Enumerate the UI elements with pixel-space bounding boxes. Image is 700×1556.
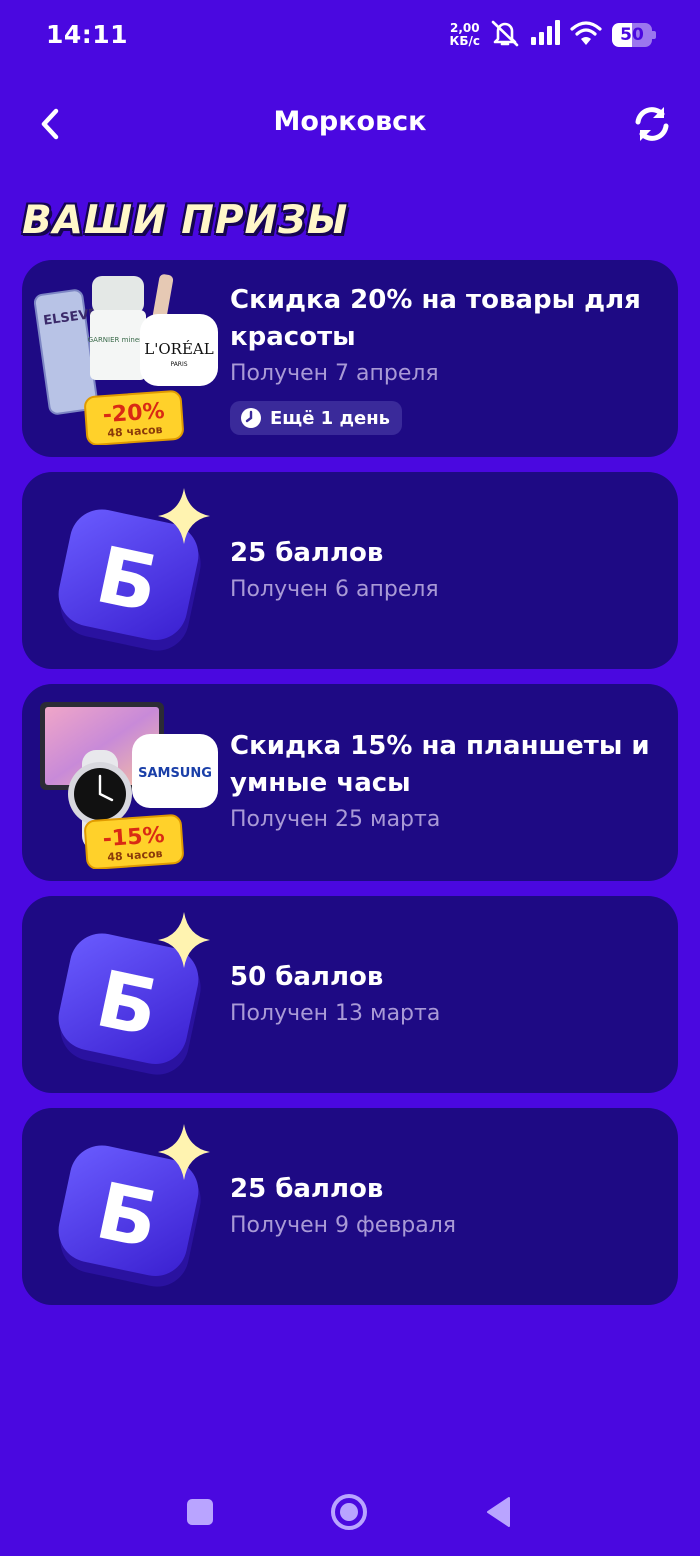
prize-received-date: Получен 6 апреля <box>230 576 439 602</box>
prize-title: Скидка 20% на товары для красоты <box>230 285 641 352</box>
battery-percent: 50 <box>620 25 644 45</box>
time-left-text: Ещё 1 день <box>270 407 391 429</box>
prize-card[interactable]: SAMSUNG -15% 48 часов Скидка 15% на план… <box>22 684 678 881</box>
back-nav-button[interactable] <box>476 1490 520 1534</box>
prize-card[interactable]: Б 25 баллов Получен 6 апреля <box>22 472 678 669</box>
network-speed: 2,00 КБ/с <box>450 22 480 48</box>
loreal-paris-label: PARIS <box>170 361 187 368</box>
prize-card[interactable]: Б 50 баллов Получен 13 марта <box>22 896 678 1093</box>
status-time: 14:11 <box>46 20 129 49</box>
prize-title: Скидка 15% на планшеты и умные часы <box>230 731 650 798</box>
refresh-icon <box>635 107 669 141</box>
square-icon <box>187 1499 213 1525</box>
prize-info: Скидка 15% на планшеты и умные часы Полу… <box>230 684 660 881</box>
triangle-back-icon <box>487 1497 510 1527</box>
prize-card[interactable]: ELSEVE GARNIER mineral L'ORÉAL PARIS -20… <box>22 260 678 457</box>
prizes-list: ELSEVE GARNIER mineral L'ORÉAL PARIS -20… <box>22 260 678 1320</box>
loreal-label: L'ORÉAL <box>144 340 213 358</box>
garnier-label: GARNIER mineral <box>88 336 149 344</box>
prize-received-date: Получен 9 февраля <box>230 1212 457 1238</box>
prize-info: 50 баллов Получен 13 марта <box>230 896 660 1093</box>
tablet-watch-image: SAMSUNG -15% 48 часов <box>34 694 224 870</box>
beauty-products-image: ELSEVE GARNIER mineral L'ORÉAL PARIS -20… <box>33 270 224 446</box>
prize-received-date: Получен 7 апреля <box>230 361 439 386</box>
prize-title: 25 баллов <box>230 537 384 568</box>
time-left-badge: Ещё 1 день <box>230 401 403 435</box>
status-icons: 2,00 КБ/с 50 <box>450 18 656 52</box>
status-bar: 14:11 2,00 КБ/с 50 <box>0 0 700 70</box>
prize-info: 25 баллов Получен 6 апреля <box>230 472 660 669</box>
network-speed-unit: КБ/с <box>449 34 480 48</box>
battery-icon: 50 <box>612 23 656 47</box>
samsung-label: SAMSUNG <box>138 766 212 781</box>
prize-title: 50 баллов <box>230 961 384 992</box>
recents-button[interactable] <box>178 1490 222 1534</box>
signal-icon <box>530 20 560 50</box>
system-navbar <box>0 1470 700 1556</box>
battery-tip <box>652 31 656 39</box>
prize-title: 25 баллов <box>230 1173 384 1204</box>
app-header: Морковск <box>0 90 700 160</box>
points-b-icon: Б <box>34 482 224 657</box>
wifi-icon <box>570 20 602 50</box>
points-b-icon: Б <box>34 906 224 1081</box>
section-title: ВАШИ ПРИЗЫ <box>22 198 349 243</box>
prize-received-date: Получен 13 марта <box>230 1000 441 1026</box>
mute-icon <box>490 19 520 51</box>
circle-home-icon <box>331 1494 367 1530</box>
prize-card[interactable]: Б 25 баллов Получен 9 февраля <box>22 1108 678 1305</box>
page-title: Морковск <box>273 106 427 137</box>
points-b-icon: Б <box>34 1118 224 1293</box>
prize-info: 25 баллов Получен 9 февраля <box>230 1108 660 1305</box>
prize-info: Скидка 20% на товары для красоты Получен… <box>230 260 660 457</box>
clock-icon <box>241 408 261 428</box>
home-button[interactable] <box>327 1490 371 1534</box>
prize-received-date: Получен 25 марта <box>230 807 441 832</box>
refresh-button[interactable] <box>630 102 674 146</box>
